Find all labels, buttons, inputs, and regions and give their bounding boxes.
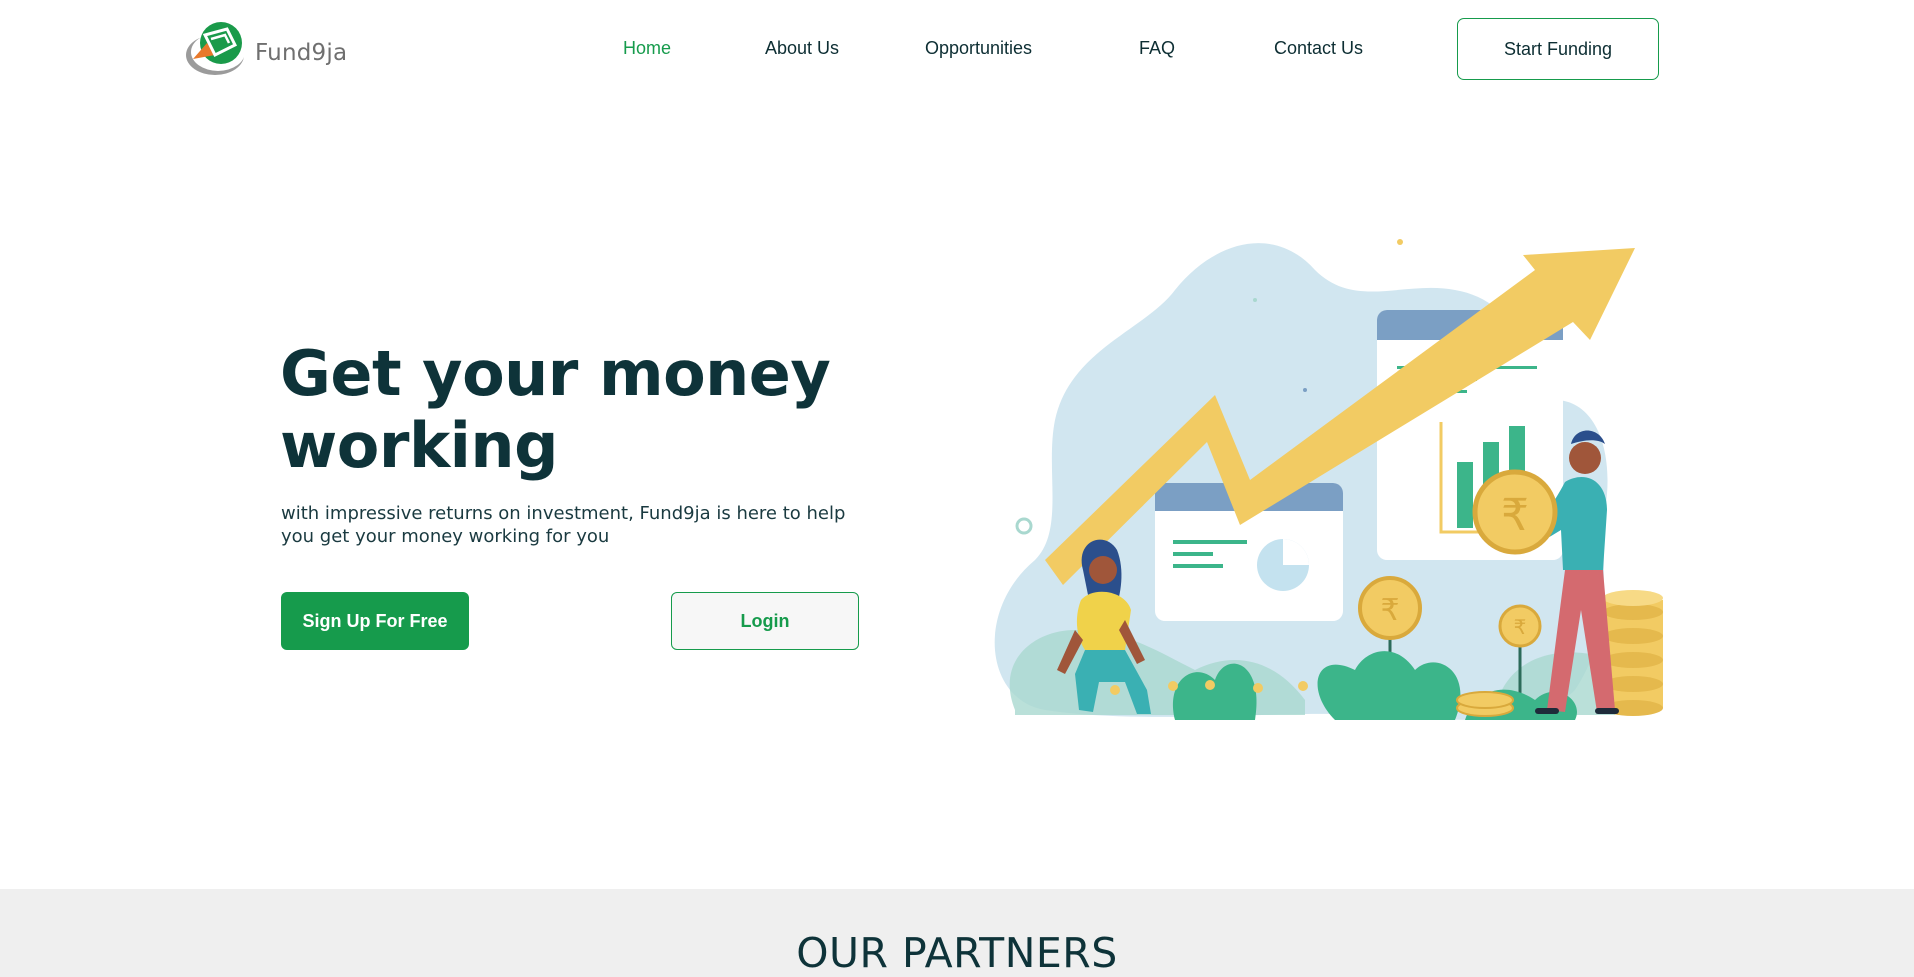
brand-logo[interactable]: Fund9ja <box>185 20 347 78</box>
start-funding-button[interactable]: Start Funding <box>1457 18 1659 80</box>
investment-growth-illustration: ₹ ₹ ₹ <box>994 239 1663 720</box>
svg-text:₹: ₹ <box>1380 593 1399 628</box>
svg-text:₹: ₹ <box>1501 490 1529 541</box>
hero-subtitle: with impressive returns on investment, F… <box>281 503 846 547</box>
nav-home[interactable]: Home <box>623 38 671 59</box>
nav-about-us[interactable]: About Us <box>765 38 839 59</box>
login-button[interactable]: Login <box>671 592 859 650</box>
hero-title: Get your money working <box>280 337 831 482</box>
brand-name: Fund9ja <box>255 40 348 66</box>
fund9ja-logo-icon <box>186 22 245 75</box>
sign-up-button[interactable]: Sign Up For Free <box>281 592 469 650</box>
nav-opportunities[interactable]: Opportunities <box>925 38 1032 59</box>
partners-section: OUR PARTNERS <box>0 889 1914 977</box>
nav-contact-us[interactable]: Contact Us <box>1274 38 1363 59</box>
site-header: Fund9ja Home About Us Opportunities FAQ … <box>0 0 1914 98</box>
nav-faq[interactable]: FAQ <box>1139 38 1175 59</box>
partners-title: OUR PARTNERS <box>796 929 1118 977</box>
svg-text:₹: ₹ <box>1514 615 1527 639</box>
